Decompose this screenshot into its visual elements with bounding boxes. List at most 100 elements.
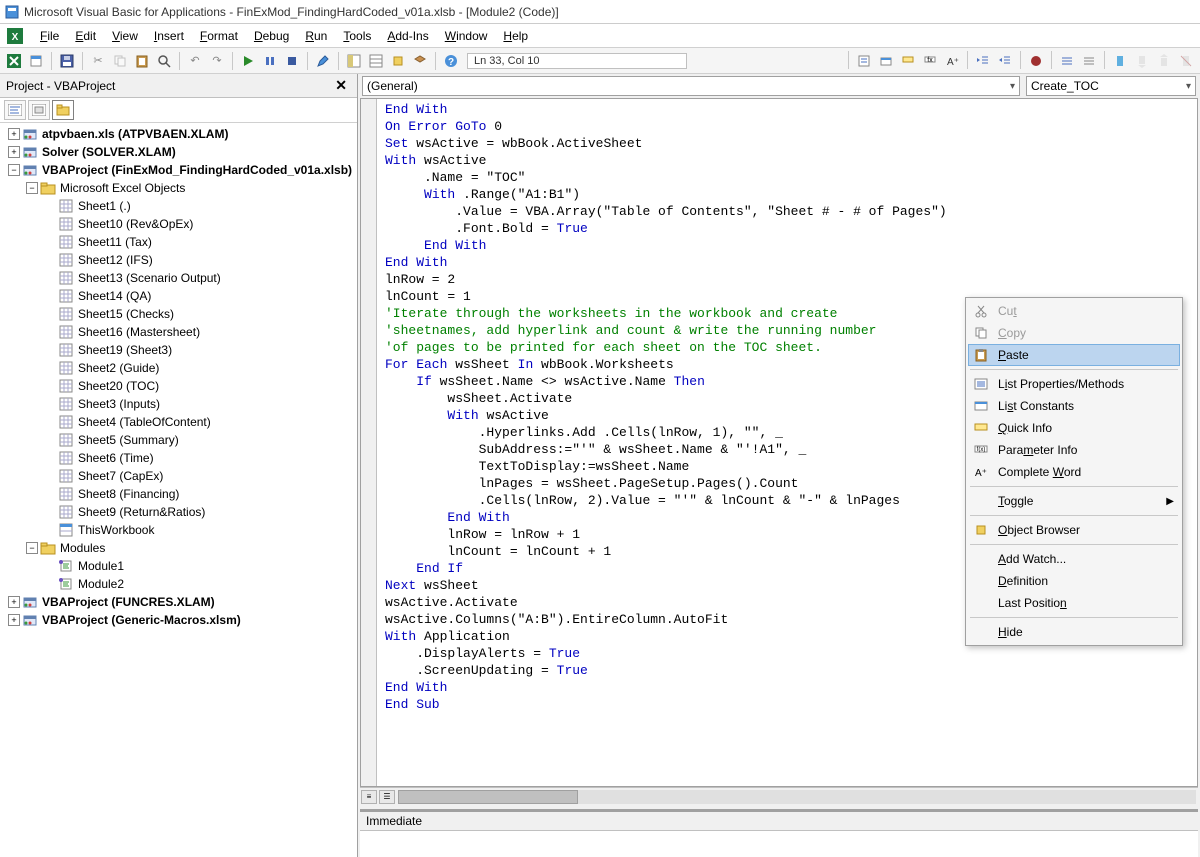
tree-item[interactable]: Sheet11 (Tax) [0, 233, 357, 251]
context-menu-list-constants[interactable]: List Constants [968, 395, 1180, 417]
tree-expander-icon[interactable]: + [8, 614, 20, 626]
outdent-button[interactable] [995, 51, 1015, 71]
immediate-body[interactable] [360, 831, 1198, 857]
context-menu-paste[interactable]: Paste [968, 344, 1180, 366]
object-browser-button[interactable] [388, 51, 408, 71]
prev-bookmark-button[interactable] [1154, 51, 1174, 71]
menu-view[interactable]: View [104, 26, 146, 46]
breakpoint-button[interactable] [1026, 51, 1046, 71]
full-view-button[interactable]: ☰ [379, 790, 395, 804]
project-explorer-button[interactable] [344, 51, 364, 71]
run-button[interactable] [238, 51, 258, 71]
tree-item[interactable]: Sheet9 (Return&Ratios) [0, 503, 357, 521]
tree-item[interactable]: +VBAProject (Generic-Macros.xlsm) [0, 611, 357, 629]
complete-word-button[interactable]: A⁺ [942, 51, 962, 71]
comment-block-button[interactable] [1057, 51, 1077, 71]
tree-item[interactable]: −VBAProject (FinExMod_FindingHardCoded_v… [0, 161, 357, 179]
tree-item[interactable]: Sheet15 (Checks) [0, 305, 357, 323]
proc-view-button[interactable]: ≡ [361, 790, 377, 804]
menu-window[interactable]: Window [437, 26, 496, 46]
procedure-dropdown[interactable]: Create_TOC [1026, 76, 1196, 96]
toggle-folders-button[interactable] [52, 100, 74, 120]
tree-item[interactable]: Sheet20 (TOC) [0, 377, 357, 395]
break-button[interactable] [260, 51, 280, 71]
tree-expander-icon[interactable]: + [8, 596, 20, 608]
tree-expander-icon[interactable]: − [8, 164, 20, 176]
tree-item[interactable]: Sheet2 (Guide) [0, 359, 357, 377]
hscroll-thumb[interactable] [398, 790, 578, 804]
tree-item[interactable]: −Microsoft Excel Objects [0, 179, 357, 197]
project-tree[interactable]: +atpvbaen.xls (ATPVBAEN.XLAM)+Solver (SO… [0, 123, 357, 857]
context-menu-add-watch[interactable]: Add Watch... [968, 548, 1180, 570]
excel-icon[interactable]: X [6, 27, 24, 45]
tree-item[interactable]: Sheet5 (Summary) [0, 431, 357, 449]
parameter-info-button[interactable]: fx [920, 51, 940, 71]
menu-tools[interactable]: Tools [335, 26, 379, 46]
undo-button[interactable]: ↶ [185, 51, 205, 71]
context-menu-parameter-info[interactable]: f(x)Parameter Info [968, 439, 1180, 461]
insert-module-button[interactable] [26, 51, 46, 71]
view-object-button[interactable] [28, 100, 50, 120]
tree-item[interactable]: Sheet1 (.) [0, 197, 357, 215]
toolbox-button[interactable] [410, 51, 430, 71]
view-excel-button[interactable] [4, 51, 24, 71]
tree-item[interactable]: Sheet16 (Mastersheet) [0, 323, 357, 341]
properties-button[interactable] [366, 51, 386, 71]
tree-item[interactable]: Sheet4 (TableOfContent) [0, 413, 357, 431]
reset-button[interactable] [282, 51, 302, 71]
tree-item[interactable]: +Solver (SOLVER.XLAM) [0, 143, 357, 161]
tree-item[interactable]: Sheet19 (Sheet3) [0, 341, 357, 359]
find-button[interactable] [154, 51, 174, 71]
indent-button[interactable] [973, 51, 993, 71]
context-menu-last-position[interactable]: Last Position [968, 592, 1180, 614]
tree-item[interactable]: Sheet13 (Scenario Output) [0, 269, 357, 287]
context-menu-hide[interactable]: Hide [968, 621, 1180, 643]
quick-info-button[interactable] [898, 51, 918, 71]
menu-run[interactable]: Run [297, 26, 335, 46]
menu-debug[interactable]: Debug [246, 26, 297, 46]
view-code-button[interactable] [4, 100, 26, 120]
object-dropdown[interactable]: (General) [362, 76, 1020, 96]
clear-bookmarks-button[interactable] [1176, 51, 1196, 71]
tree-item[interactable]: Module1 [0, 557, 357, 575]
tree-item[interactable]: ThisWorkbook [0, 521, 357, 539]
menu-file[interactable]: File [32, 26, 67, 46]
tree-expander-icon[interactable]: + [8, 146, 20, 158]
context-menu-object-browser[interactable]: Object Browser [968, 519, 1180, 541]
tree-item[interactable]: Sheet6 (Time) [0, 449, 357, 467]
tree-item[interactable]: Sheet10 (Rev&OpEx) [0, 215, 357, 233]
tree-item[interactable]: −Modules [0, 539, 357, 557]
tree-item[interactable]: Sheet3 (Inputs) [0, 395, 357, 413]
redo-button[interactable]: ↷ [207, 51, 227, 71]
tree-item[interactable]: Module2 [0, 575, 357, 593]
hscroll-track[interactable] [398, 790, 1196, 804]
tree-item[interactable]: +VBAProject (FUNCRES.XLAM) [0, 593, 357, 611]
paste-button[interactable] [132, 51, 152, 71]
tree-item[interactable]: Sheet14 (QA) [0, 287, 357, 305]
design-mode-button[interactable] [313, 51, 333, 71]
tree-item[interactable]: Sheet12 (IFS) [0, 251, 357, 269]
tree-expander-icon[interactable]: − [26, 542, 38, 554]
menu-edit[interactable]: Edit [67, 26, 104, 46]
menu-help[interactable]: Help [495, 26, 536, 46]
list-properties-button[interactable] [854, 51, 874, 71]
tree-expander-icon[interactable]: + [8, 128, 20, 140]
copy-button[interactable] [110, 51, 130, 71]
context-menu-toggle[interactable]: Toggle▶ [968, 490, 1180, 512]
menu-insert[interactable]: Insert [146, 26, 192, 46]
uncomment-block-button[interactable] [1079, 51, 1099, 71]
context-menu-quick-info[interactable]: Quick Info [968, 417, 1180, 439]
context-menu-definition[interactable]: Definition [968, 570, 1180, 592]
next-bookmark-button[interactable] [1132, 51, 1152, 71]
tree-item[interactable]: Sheet8 (Financing) [0, 485, 357, 503]
cut-button[interactable]: ✂ [88, 51, 108, 71]
tree-item[interactable]: +atpvbaen.xls (ATPVBAEN.XLAM) [0, 125, 357, 143]
bookmark-button[interactable] [1110, 51, 1130, 71]
context-menu-list-properties-methods[interactable]: List Properties/Methods [968, 373, 1180, 395]
menu-add-ins[interactable]: Add-Ins [379, 26, 436, 46]
help-button[interactable]: ? [441, 51, 461, 71]
code-hscroll[interactable]: ≡ ☰ [360, 787, 1198, 805]
menu-format[interactable]: Format [192, 26, 246, 46]
save-button[interactable] [57, 51, 77, 71]
project-explorer-close-icon[interactable]: ✕ [331, 77, 351, 94]
